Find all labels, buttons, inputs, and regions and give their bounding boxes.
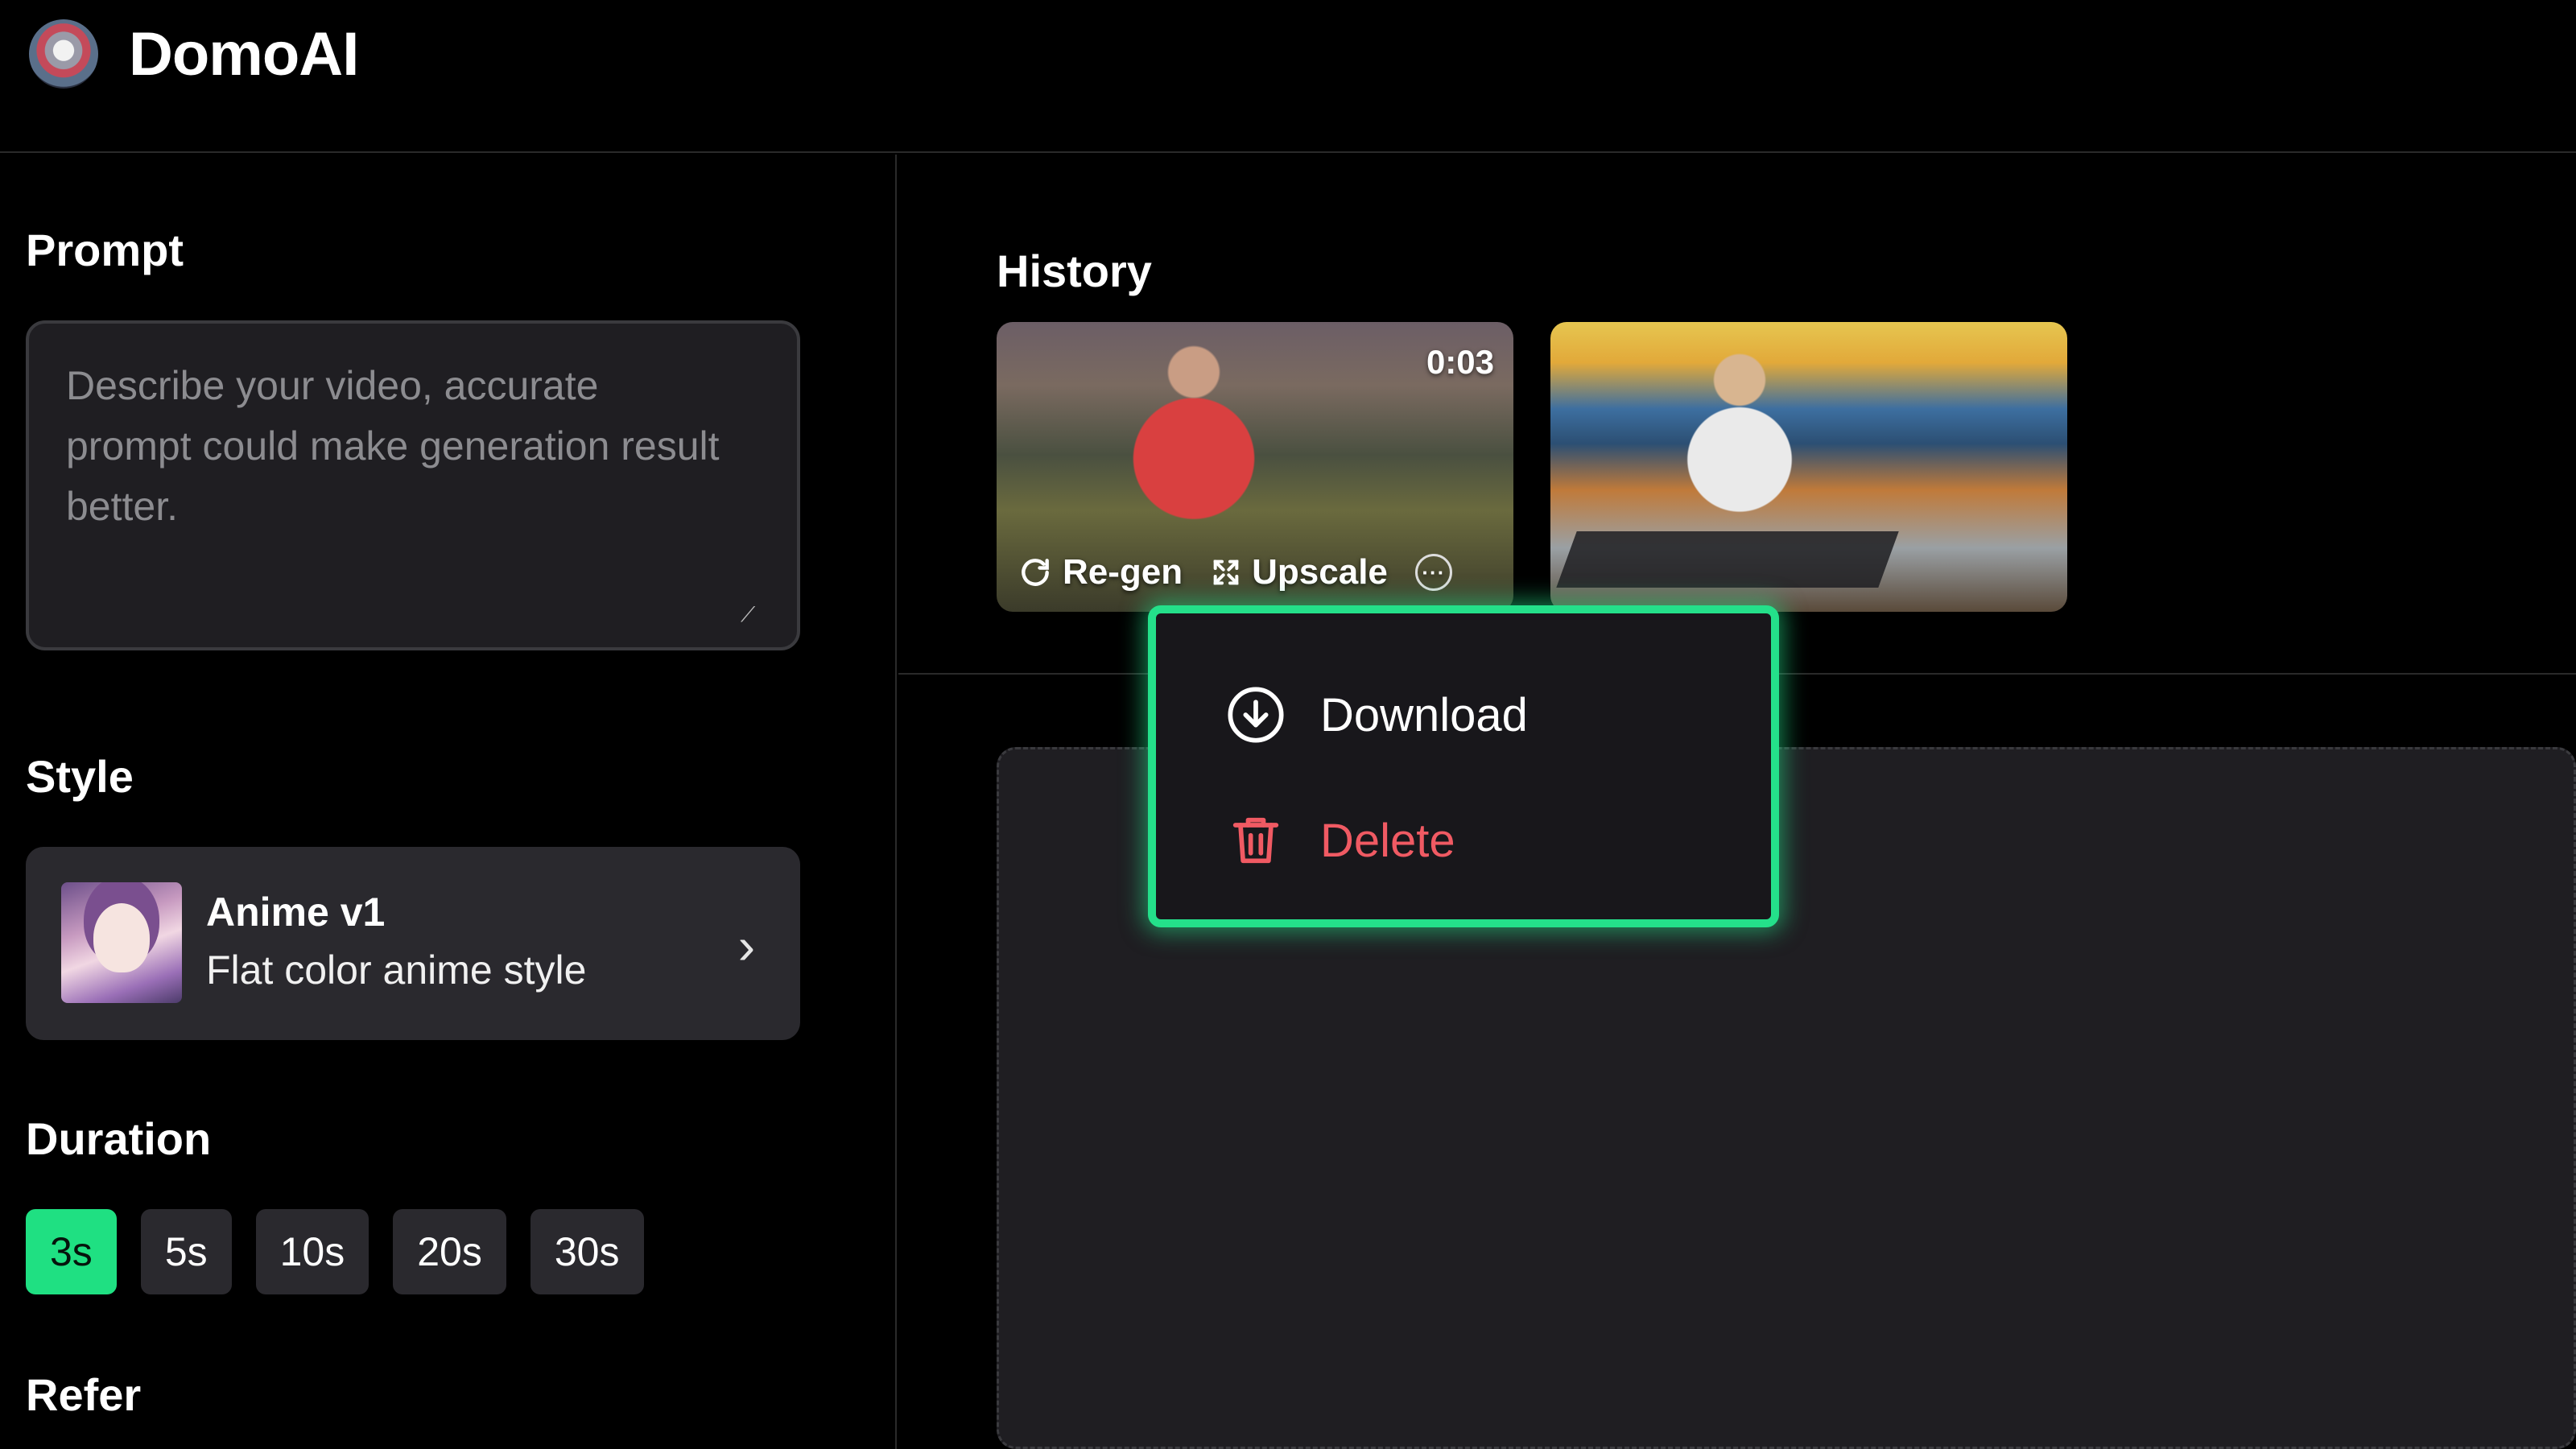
delete-label: Delete <box>1320 814 1455 867</box>
resize-grip-icon[interactable]: ⟋ <box>741 602 758 626</box>
style-name: Anime v1 <box>206 890 386 935</box>
history-title: History <box>997 246 1152 296</box>
duration-option-5s[interactable]: 5s <box>140 1209 232 1294</box>
prompt-input[interactable]: Describe your video, accurate prompt cou… <box>26 320 800 650</box>
download-label: Download <box>1320 688 1528 741</box>
settings-panel: Prompt Describe your video, accurate pro… <box>0 155 897 1449</box>
duration-options: 3s 5s 10s 20s 30s <box>26 1209 644 1294</box>
more-options-icon[interactable]: ··· <box>1414 554 1452 591</box>
delete-menu-item[interactable]: Delete <box>1156 778 1771 903</box>
download-icon <box>1228 687 1284 743</box>
style-title: Style <box>26 751 134 802</box>
refresh-icon <box>1022 559 1049 586</box>
duration-option-3s[interactable]: 3s <box>26 1209 117 1294</box>
upscale-button[interactable]: Upscale <box>1210 552 1388 592</box>
chevron-right-icon: › <box>737 917 755 975</box>
history-video-1[interactable]: 0:03 Re-gen Upscale ··· <box>997 322 1513 612</box>
prompt-title: Prompt <box>26 225 184 275</box>
style-selector[interactable]: Anime v1 Flat color anime style › <box>26 847 800 1040</box>
domoai-logo-icon[interactable] <box>29 19 98 89</box>
video-actions: Re-gen Upscale ··· <box>1018 552 1452 592</box>
duration-title: Duration <box>26 1113 212 1164</box>
regen-label: Re-gen <box>1063 552 1183 592</box>
prompt-placeholder: Describe your video, accurate prompt cou… <box>66 363 720 529</box>
duration-option-20s[interactable]: 20s <box>393 1209 506 1294</box>
duration-option-30s[interactable]: 30s <box>530 1209 644 1294</box>
brand-name[interactable]: DomoAI <box>129 19 359 89</box>
download-menu-item[interactable]: Download <box>1156 652 1771 778</box>
top-bar: DomoAI <box>0 0 2576 153</box>
duration-option-10s[interactable]: 10s <box>255 1209 369 1294</box>
video-duration-badge: 0:03 <box>1426 343 1494 381</box>
regen-button[interactable]: Re-gen <box>1018 552 1183 592</box>
style-description: Flat color anime style <box>206 947 587 993</box>
history-video-2[interactable] <box>1550 322 2067 612</box>
expand-icon <box>1213 559 1239 585</box>
video-context-menu: Download Delete <box>1148 605 1779 927</box>
refer-title: Refer <box>26 1369 142 1420</box>
style-thumbnail <box>61 882 182 1003</box>
upscale-label: Upscale <box>1252 552 1388 592</box>
trash-icon <box>1232 817 1279 864</box>
